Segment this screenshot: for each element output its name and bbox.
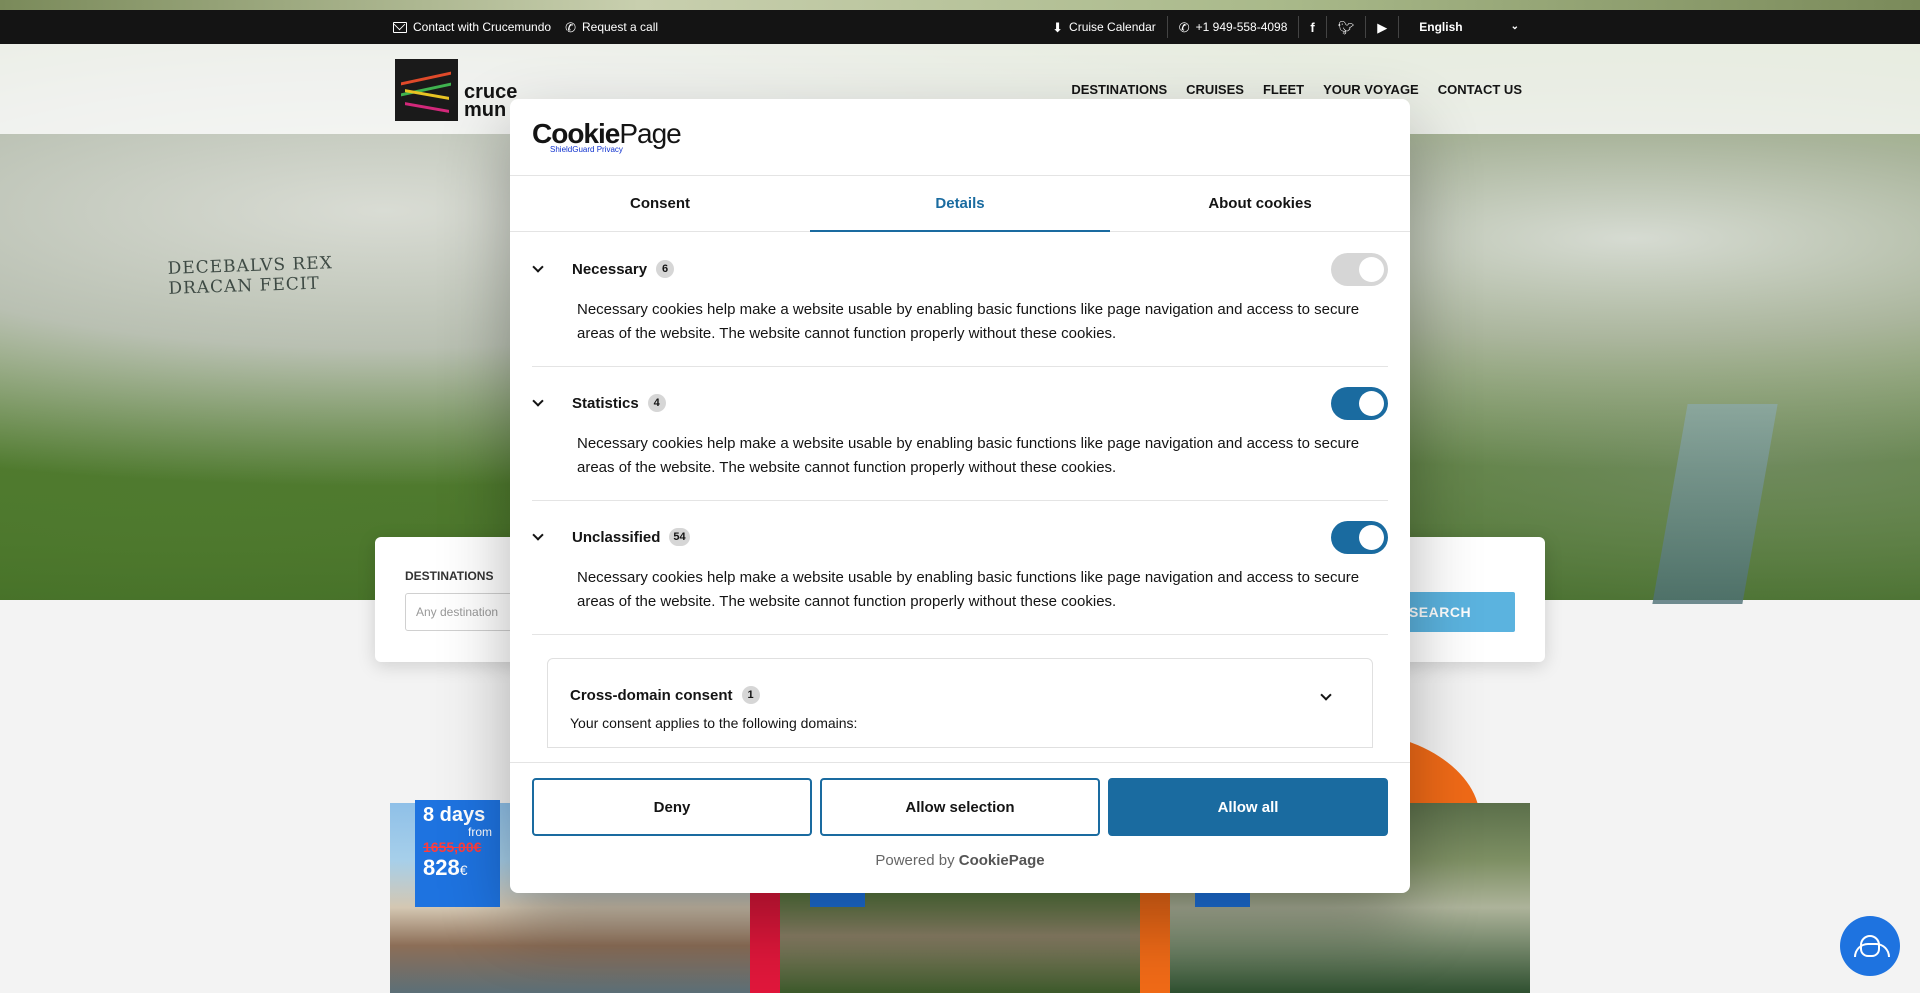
dialog-tabs: Consent Details About cookies <box>510 176 1410 232</box>
cookie-consent-dialog: CookiePage ShieldGuard Privacy Consent D… <box>510 99 1410 893</box>
statistics-toggle[interactable] <box>1331 386 1388 420</box>
cross-domain-consent: Cross-domain consent 1 Your consent appl… <box>547 658 1373 748</box>
allow-all-button[interactable]: Allow all <box>1108 778 1388 836</box>
chevron-down-icon[interactable] <box>532 394 572 407</box>
unclassified-toggle[interactable] <box>1331 520 1388 554</box>
cookie-count-badge: 1 <box>741 686 760 704</box>
details-panel[interactable]: Necessary 6 Necessary cookies help make … <box>510 233 1410 762</box>
cookiepage-link[interactable]: CookiePage <box>959 852 1045 869</box>
deny-button[interactable]: Deny <box>532 778 812 836</box>
chevron-down-icon[interactable] <box>532 528 572 541</box>
tab-about-cookies[interactable]: About cookies <box>1110 176 1410 231</box>
allow-selection-button[interactable]: Allow selection <box>820 778 1100 836</box>
tab-details[interactable]: Details <box>810 176 1110 232</box>
support-agent-icon <box>1854 935 1890 957</box>
tab-consent[interactable]: Consent <box>510 176 810 231</box>
dialog-footer: Deny Allow selection Allow all Powered b… <box>510 762 1410 893</box>
cookie-count-badge: 6 <box>656 260 675 278</box>
cookie-count-badge: 4 <box>647 394 666 412</box>
cookie-category-statistics: Statistics 4 Necessary cookies help make… <box>532 367 1388 501</box>
support-chat-button[interactable] <box>1840 916 1900 976</box>
chevron-down-icon[interactable] <box>532 260 572 273</box>
necessary-toggle <box>1331 252 1388 286</box>
chevron-down-icon[interactable] <box>1320 686 1332 704</box>
cookie-category-necessary: Necessary 6 Necessary cookies help make … <box>532 233 1388 367</box>
powered-by: Powered by CookiePage <box>875 852 1045 869</box>
cookie-category-unclassified: Unclassified 54 Necessary cookies help m… <box>532 501 1388 635</box>
cookiepage-logo: CookiePage ShieldGuard Privacy <box>532 118 682 155</box>
cookie-count-badge: 54 <box>669 528 690 546</box>
